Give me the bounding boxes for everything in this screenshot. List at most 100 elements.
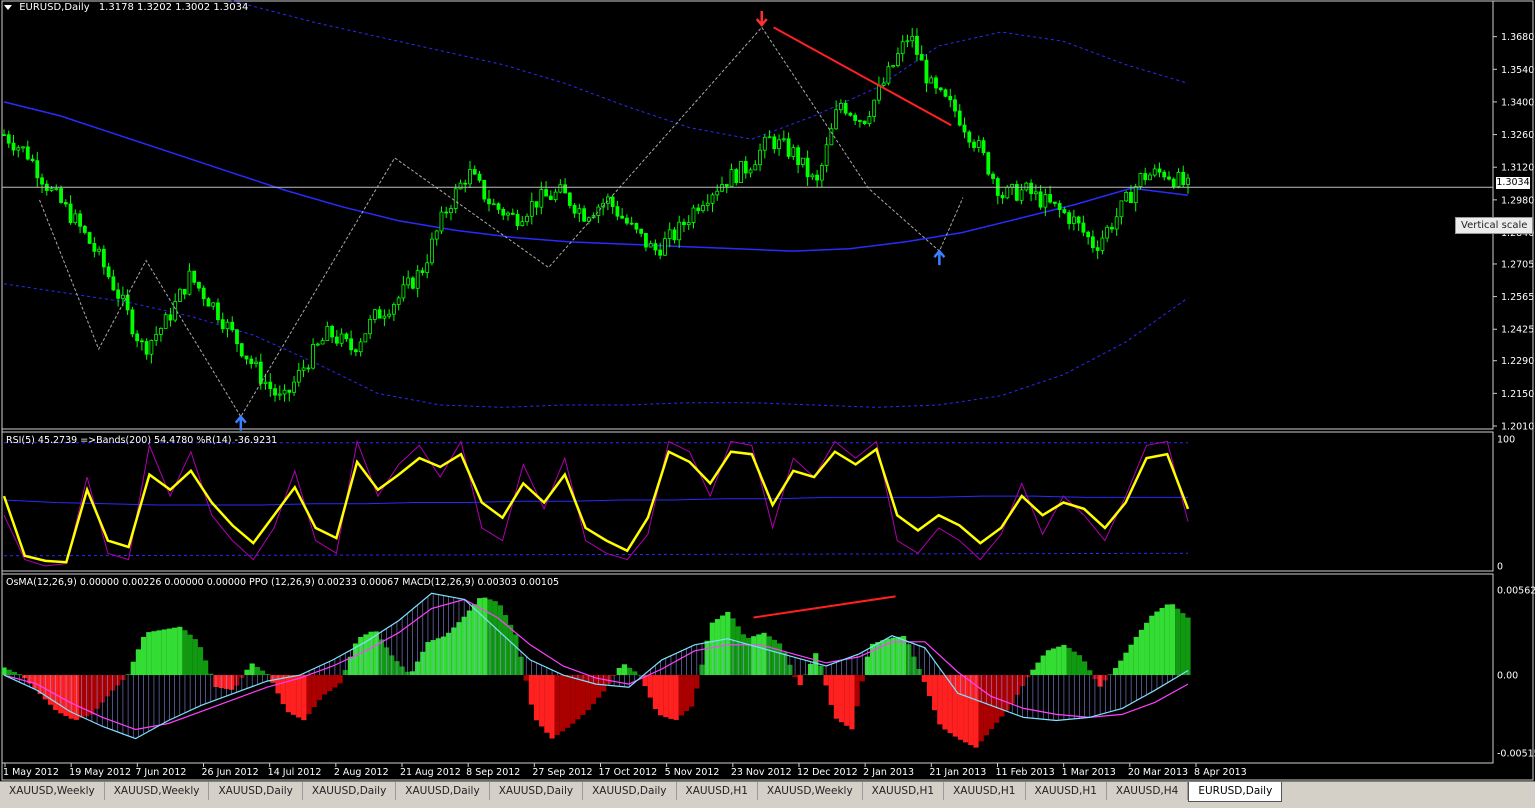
candle-body xyxy=(525,215,529,223)
osma-bar xyxy=(627,667,633,676)
x-tick-label-12: 12 Dec 2012 xyxy=(797,767,858,778)
candle-body xyxy=(263,381,268,384)
y-tick-label-7: 1.2705 xyxy=(1501,259,1534,270)
osma-bar xyxy=(683,675,690,712)
osma-bar xyxy=(166,628,173,676)
candle-body xyxy=(710,194,715,204)
rsi-tick-label-0: 100 xyxy=(1497,435,1515,446)
tab-12[interactable]: XAUUSD,H4 xyxy=(1107,782,1189,800)
osma-bar xyxy=(632,671,638,676)
tab-11[interactable]: XAUUSD,H1 xyxy=(1026,782,1107,800)
osma-bar xyxy=(306,675,312,715)
candle-body xyxy=(97,248,102,252)
osma-bar xyxy=(528,675,534,705)
candle-body xyxy=(216,302,220,321)
tab-5[interactable]: XAUUSD,Daily xyxy=(490,782,584,800)
x-tick-label-6: 21 Aug 2012 xyxy=(400,767,461,778)
osma-tick-label-1: 0.00 xyxy=(1497,671,1518,682)
tab-7[interactable]: XAUUSD,H1 xyxy=(677,782,758,800)
candle-body xyxy=(249,358,254,365)
osma-bar xyxy=(1118,660,1124,676)
osma-bar xyxy=(833,675,840,719)
chart-canvas[interactable]: 1.36801.35401.34001.32601.31201.29801.28… xyxy=(0,0,1535,781)
candle-body xyxy=(677,221,682,241)
candle-body xyxy=(1181,171,1186,185)
rsi-tick-label-1: 0 xyxy=(1497,562,1503,573)
tab-8[interactable]: XAUUSD,Weekly xyxy=(758,782,863,800)
candle-body xyxy=(620,215,625,219)
osma-bar xyxy=(668,675,674,719)
candle-body xyxy=(534,201,539,208)
osma-bar xyxy=(1164,604,1170,676)
tab-3[interactable]: XAUUSD,Daily xyxy=(303,782,397,800)
osma-bar xyxy=(182,630,188,676)
candle-body xyxy=(501,209,506,216)
osma-bar xyxy=(1144,622,1150,676)
candle-body xyxy=(701,205,705,212)
candle-body xyxy=(301,367,306,371)
candle-body xyxy=(981,140,986,154)
osma-bar xyxy=(1138,629,1145,676)
candle-body xyxy=(59,188,63,203)
chart-menu-triangle-icon[interactable] xyxy=(4,4,12,10)
candle-body xyxy=(1067,212,1072,224)
tab-0[interactable]: XAUUSD,Weekly xyxy=(0,782,105,800)
candle-body xyxy=(144,341,149,355)
candle-body xyxy=(724,184,729,187)
candle-body xyxy=(539,189,544,208)
candle-body xyxy=(1057,203,1062,210)
osma-bar xyxy=(16,674,23,676)
candle-body xyxy=(948,95,953,101)
osma-bar xyxy=(1035,662,1041,676)
y-tick-label-0: 1.3680 xyxy=(1501,32,1534,43)
tab-2[interactable]: XAUUSD,Daily xyxy=(209,782,303,800)
candle-body xyxy=(411,277,415,289)
candle-body xyxy=(786,138,791,157)
candle-body xyxy=(510,212,515,215)
candle-body xyxy=(976,140,981,148)
osma-bar xyxy=(926,675,933,697)
osma-bar xyxy=(311,675,317,708)
candle-body xyxy=(1048,194,1053,203)
tab-10[interactable]: XAUUSD,H1 xyxy=(944,782,1026,800)
osma-bar xyxy=(177,626,183,676)
candle-body xyxy=(358,341,363,353)
tab-4[interactable]: XAUUSD,Daily xyxy=(396,782,490,800)
candle-body xyxy=(872,99,877,117)
candle-body xyxy=(544,189,548,197)
candle-body xyxy=(382,315,387,319)
candle-body xyxy=(482,179,487,200)
candle-body xyxy=(372,309,377,320)
candle-body xyxy=(1119,200,1124,218)
candle-body xyxy=(325,325,330,342)
candle-body xyxy=(972,141,976,148)
candle-body xyxy=(1186,177,1190,185)
osma-bar xyxy=(332,675,338,688)
candle-body xyxy=(120,294,125,299)
arrow-up-icon xyxy=(933,249,946,266)
envelope-lower-line xyxy=(3,283,1189,408)
osma-bar xyxy=(844,675,850,726)
tab-6[interactable]: XAUUSD,Daily xyxy=(583,782,677,800)
tab-9[interactable]: XAUUSD,H1 xyxy=(863,782,945,800)
osma-bar xyxy=(1107,674,1114,676)
candle-body xyxy=(967,131,972,143)
candle-body xyxy=(187,270,192,295)
candle-body xyxy=(696,207,701,212)
candle-body xyxy=(273,388,277,396)
rsi-line xyxy=(2,447,1190,564)
candle-body xyxy=(924,59,929,84)
tab-1[interactable]: XAUUSD,Weekly xyxy=(105,782,210,800)
x-tick-label-16: 1 Mar 2013 xyxy=(1062,767,1116,778)
candle-body xyxy=(425,262,430,273)
candle-body xyxy=(154,333,159,341)
pane-border-0 xyxy=(1,0,1494,430)
candle-body xyxy=(1038,191,1043,208)
candle-body xyxy=(1052,201,1057,204)
osma-bar xyxy=(828,675,834,705)
candle-body xyxy=(905,40,910,43)
x-tick-label-17: 20 Mar 2013 xyxy=(1128,767,1188,778)
candle-body xyxy=(734,169,739,184)
tab-13[interactable]: EURUSD,Daily xyxy=(1188,782,1283,802)
candle-body xyxy=(21,146,25,149)
